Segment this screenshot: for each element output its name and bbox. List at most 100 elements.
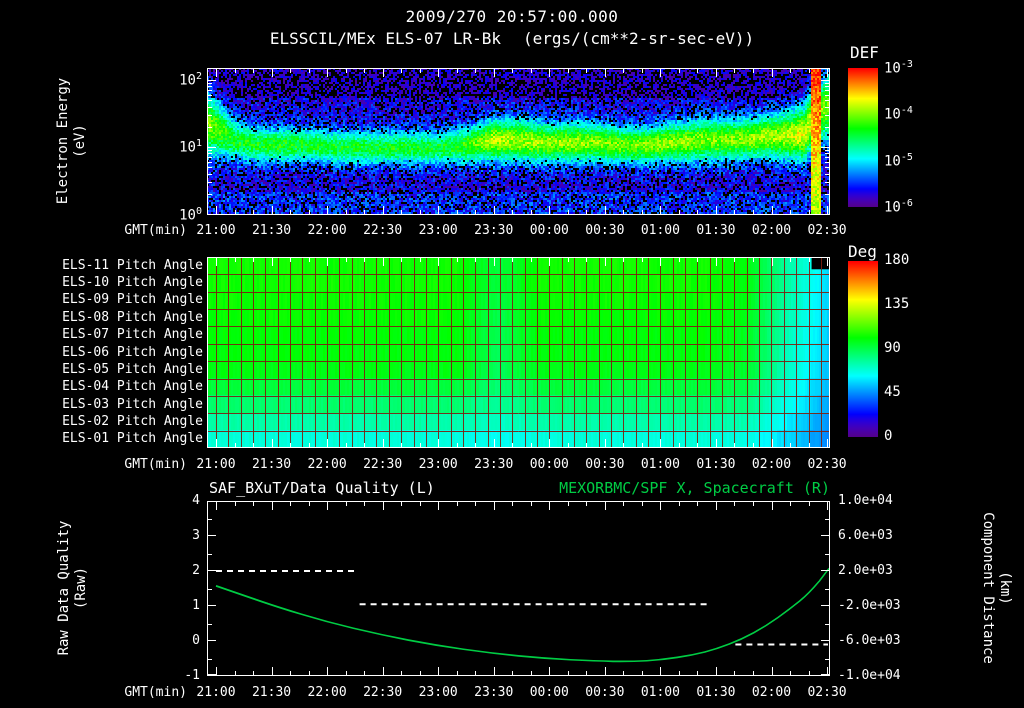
def-colorbar-title: DEF bbox=[850, 43, 879, 62]
time-tick-label: 02:30 bbox=[807, 223, 847, 238]
power-base: 10 bbox=[884, 153, 901, 170]
time-tick-label: 22:00 bbox=[307, 223, 347, 238]
quality-axis-title: Raw Data Quality (Raw) bbox=[56, 521, 90, 656]
timestamp-title: 2009/270 20:57:00.000 bbox=[405, 7, 619, 26]
dataset-name: ELSSCIL/MEx ELS-07 LR-Bk bbox=[269, 29, 501, 48]
power-base: 10 bbox=[179, 207, 196, 224]
distance-tick-label: 6.0e+03 bbox=[838, 528, 893, 543]
quality-axis-title-line1: Raw Data Quality bbox=[56, 520, 72, 656]
energy-tick-label: 100 bbox=[156, 206, 202, 224]
energy-tick-label: 102 bbox=[156, 71, 202, 89]
time-tick-label: 01:00 bbox=[640, 457, 680, 472]
power-base: 10 bbox=[884, 106, 901, 123]
time-axis-label: GMT(min) bbox=[124, 223, 187, 238]
time-tick-label: 21:30 bbox=[251, 457, 292, 472]
time-tick-label: 02:00 bbox=[751, 457, 792, 472]
time-tick-label: 02:00 bbox=[751, 685, 792, 700]
time-tick-label: 01:30 bbox=[696, 685, 736, 700]
time-tick-label: 00:00 bbox=[529, 223, 569, 238]
deg-colorbar-tick-label: 0 bbox=[884, 428, 893, 444]
quality-tick-label: 3 bbox=[192, 528, 200, 543]
time-tick-label: 23:30 bbox=[474, 685, 514, 700]
def-colorbar-tick-label: 10-3 bbox=[884, 59, 913, 77]
def-colorbar bbox=[848, 68, 878, 207]
time-tick-label: 00:30 bbox=[585, 223, 625, 238]
power-base: 10 bbox=[884, 199, 901, 216]
energy-axis-title-line2: (eV) bbox=[72, 124, 88, 158]
pitch-row-label: ELS-03 Pitch Angle bbox=[62, 396, 203, 412]
pitch-angle-canvas bbox=[207, 257, 830, 448]
energy-axis-title-line1: Electron Energy bbox=[55, 77, 71, 205]
power-exponent: -4 bbox=[900, 105, 913, 117]
time-tick-label: 21:30 bbox=[251, 685, 292, 700]
time-axis-label: GMT(min) bbox=[124, 685, 187, 700]
time-tick-label: 00:00 bbox=[529, 457, 569, 472]
time-tick-label: 22:30 bbox=[363, 223, 403, 238]
quality-tick-label: -1 bbox=[184, 668, 200, 683]
time-axis-label: GMT(min) bbox=[124, 457, 187, 472]
electron-spectrogram-canvas bbox=[207, 68, 830, 215]
pitch-row-label: ELS-05 Pitch Angle bbox=[62, 361, 203, 377]
time-tick-label: 21:00 bbox=[196, 223, 236, 238]
time-tick-label: 23:00 bbox=[418, 223, 458, 238]
quality-axis-title-line2: (Raw) bbox=[73, 566, 89, 610]
time-tick-label: 02:30 bbox=[807, 685, 847, 700]
power-exponent: -5 bbox=[900, 151, 913, 163]
def-colorbar-tick-label: 10-5 bbox=[884, 152, 913, 170]
time-tick-label: 00:30 bbox=[585, 685, 625, 700]
distance-tick-label: 2.0e+03 bbox=[838, 563, 893, 578]
pitch-row-label: ELS-07 Pitch Angle bbox=[62, 327, 203, 343]
pitch-row-label: ELS-02 Pitch Angle bbox=[62, 413, 203, 429]
time-tick-label: 23:00 bbox=[418, 685, 458, 700]
time-tick-label: 22:00 bbox=[307, 685, 347, 700]
distance-axis-title: (km) Component Distance bbox=[979, 512, 1013, 664]
quality-tick-label: 4 bbox=[192, 493, 200, 508]
power-exponent: -6 bbox=[900, 198, 913, 209]
power-base: 10 bbox=[179, 72, 196, 89]
time-tick-label: 23:00 bbox=[418, 457, 458, 472]
power-exponent: 1 bbox=[195, 138, 202, 150]
time-tick-label: 23:30 bbox=[474, 223, 514, 238]
mex-els-browse-plot-screen: { "header": { "timestamp": "2009/270 20:… bbox=[0, 0, 1024, 708]
time-tick-label: 23:30 bbox=[474, 457, 514, 472]
deg-colorbar-tick-label: 135 bbox=[884, 296, 910, 312]
deg-colorbar bbox=[848, 261, 878, 437]
deg-colorbar-tick-label: 180 bbox=[884, 252, 910, 268]
deg-colorbar-tick-label: 45 bbox=[884, 384, 901, 400]
time-tick-label: 01:30 bbox=[696, 223, 736, 238]
energy-axis-title: Electron Energy (eV) bbox=[55, 78, 89, 204]
distance-tick-label: -6.0e+03 bbox=[838, 633, 901, 648]
quality-distance-canvas bbox=[207, 501, 830, 676]
time-tick-label: 22:30 bbox=[363, 685, 403, 700]
quality-tick-label: 0 bbox=[192, 633, 200, 648]
distance-tick-label: -2.0e+03 bbox=[838, 598, 901, 613]
power-base: 10 bbox=[179, 140, 196, 157]
time-tick-label: 21:00 bbox=[196, 457, 236, 472]
power-exponent: 0 bbox=[195, 206, 202, 217]
deg-colorbar-title: Deg bbox=[848, 242, 877, 261]
def-colorbar-tick-label: 10-4 bbox=[884, 105, 913, 123]
pitch-row-label: ELS-04 Pitch Angle bbox=[62, 379, 203, 395]
energy-tick-label: 101 bbox=[156, 138, 202, 156]
power-exponent: -3 bbox=[900, 59, 913, 70]
pitch-row-label: ELS-06 Pitch Angle bbox=[62, 344, 203, 360]
quality-tick-label: 2 bbox=[192, 563, 200, 578]
def-colorbar-tick-label: 10-6 bbox=[884, 198, 913, 216]
power-exponent: 2 bbox=[195, 70, 202, 82]
time-tick-label: 00:00 bbox=[529, 685, 569, 700]
time-tick-label: 01:00 bbox=[640, 685, 680, 700]
distance-tick-label: -1.0e+04 bbox=[838, 668, 901, 683]
time-tick-label: 01:30 bbox=[696, 457, 736, 472]
time-tick-label: 02:00 bbox=[751, 223, 792, 238]
deg-colorbar-tick-label: 90 bbox=[884, 340, 901, 356]
time-tick-label: 00:30 bbox=[585, 457, 625, 472]
dataset-units: (ergs/(cm**2-sr-sec-eV)) bbox=[523, 29, 755, 48]
pitch-row-label: ELS-08 Pitch Angle bbox=[62, 309, 203, 325]
power-base: 10 bbox=[884, 60, 901, 77]
panel3-right-title: MEXORBMC/SPF X, Spacecraft (R) bbox=[559, 479, 830, 497]
time-tick-label: 01:00 bbox=[640, 223, 680, 238]
pitch-row-label: ELS-11 Pitch Angle bbox=[62, 257, 203, 273]
distance-tick-label: 1.0e+04 bbox=[838, 493, 893, 508]
quality-tick-label: 1 bbox=[192, 598, 200, 613]
distance-axis-name-line: Component Distance bbox=[980, 512, 996, 664]
